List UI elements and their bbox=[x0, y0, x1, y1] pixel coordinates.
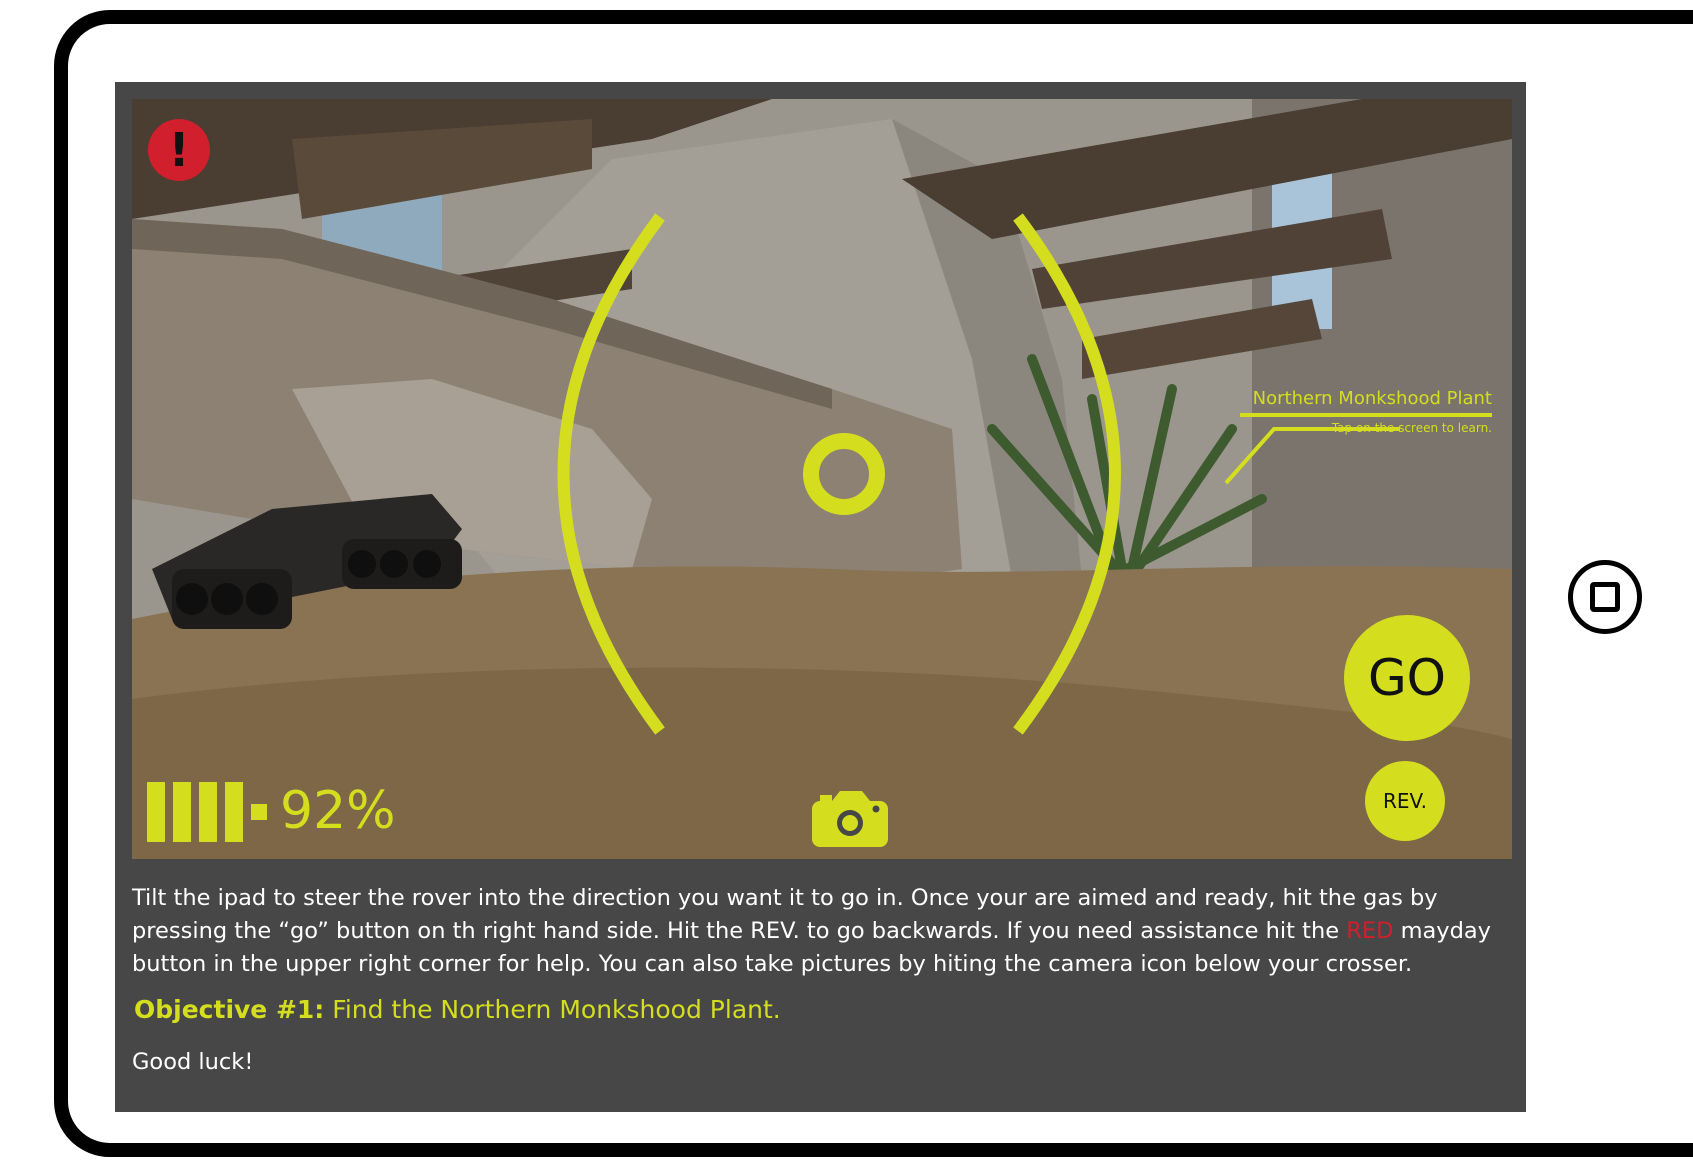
battery-percent: 92% bbox=[280, 781, 396, 841]
battery-bar bbox=[225, 782, 243, 842]
target-hint: Tap on the screen to learn. bbox=[1331, 421, 1492, 435]
battery-icon bbox=[147, 782, 267, 842]
battery-bar bbox=[199, 782, 217, 842]
battery-tip bbox=[251, 804, 267, 820]
instructions-red-word: RED bbox=[1346, 918, 1394, 944]
objective: Objective #1: Find the Northern Monkshoo… bbox=[134, 992, 781, 1028]
instructions-text: Tilt the ipad to steer the rover into th… bbox=[132, 882, 1522, 981]
camera-icon[interactable] bbox=[812, 789, 888, 847]
target-name[interactable]: Northern Monkshood Plant bbox=[1240, 387, 1492, 417]
objective-label: Objective #1: bbox=[134, 995, 325, 1024]
battery-bar bbox=[173, 782, 191, 842]
objective-text: Find the Northern Monkshood Plant. bbox=[324, 995, 781, 1024]
mayday-button[interactable]: ! bbox=[148, 119, 210, 181]
closing-text: Good luck! bbox=[132, 1049, 254, 1075]
home-square-icon bbox=[1590, 582, 1620, 612]
home-button[interactable] bbox=[1568, 560, 1642, 634]
reverse-button[interactable]: REV. bbox=[1365, 761, 1445, 841]
camera-viewport[interactable]: ! Northern Monkshood Plant Tap on the sc… bbox=[132, 99, 1512, 859]
battery-bar bbox=[147, 782, 165, 842]
rover-app-panel: ! Northern Monkshood Plant Tap on the sc… bbox=[115, 82, 1526, 1112]
go-button[interactable]: GO bbox=[1344, 615, 1470, 741]
target-label[interactable]: Northern Monkshood Plant Tap on the scre… bbox=[1240, 387, 1492, 437]
scene-background bbox=[132, 99, 1512, 859]
instructions-part1: Tilt the ipad to steer the rover into th… bbox=[132, 885, 1438, 944]
